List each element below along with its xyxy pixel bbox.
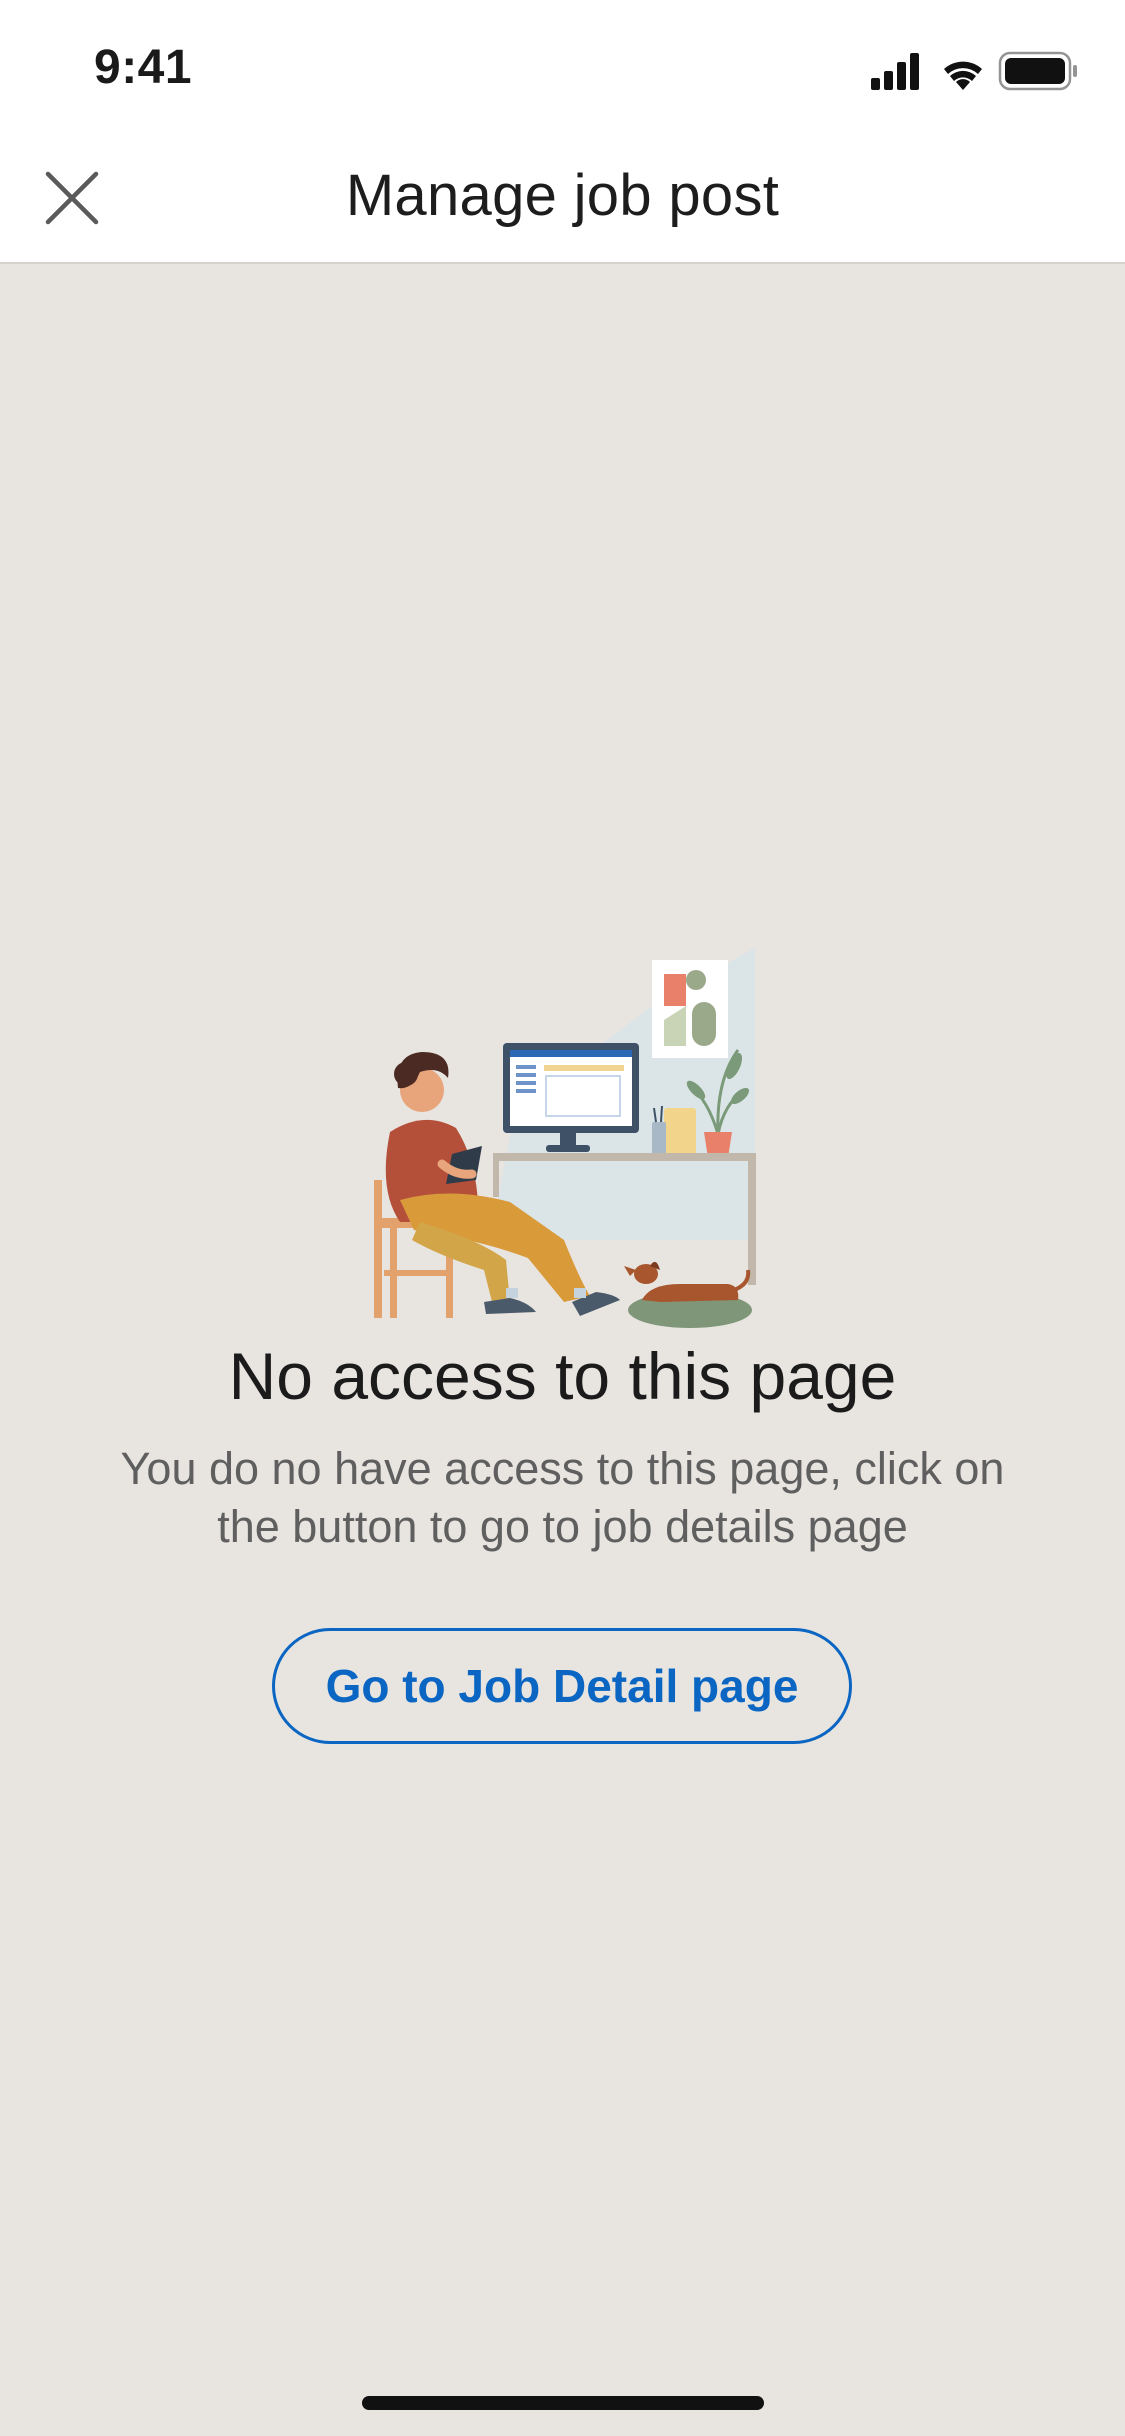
wifi-icon [944, 61, 982, 90]
home-indicator [362, 2396, 764, 2410]
status-time: 9:41 [94, 41, 193, 94]
page-title: Manage job post [345, 163, 780, 228]
nav-bar: Manage job post [0, 132, 1125, 264]
person-at-desk-illustration [374, 948, 756, 1328]
status-icons-svg [871, 51, 1077, 91]
empty-state-description: You do no have access to this page, clic… [120, 1443, 1005, 1552]
battery-icon [998, 51, 1077, 91]
no-access-illustration [360, 940, 760, 1340]
go-to-job-detail-button[interactable]: Go to Job Detail page [272, 1628, 852, 1744]
status-icons [871, 50, 1081, 92]
signal-icon [871, 53, 919, 90]
empty-state-heading: No access to this page [228, 1339, 897, 1413]
status-bar: 9:41 [0, 0, 1125, 132]
